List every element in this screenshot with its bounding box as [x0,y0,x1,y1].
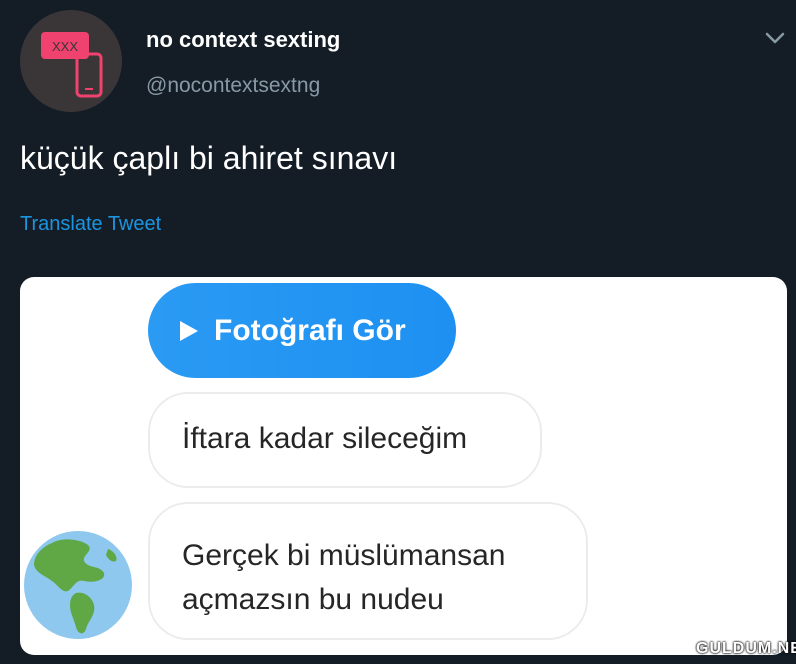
view-photo-label: Fotoğrafı Gör [214,313,406,347]
avatar-logo-text: XXX [52,39,78,54]
phone-xxx-logo-icon: XXX [41,32,103,98]
globe-icon [24,531,132,639]
tweet-text: küçük çaplı bi ahiret sınavı [20,140,398,176]
view-photo-button[interactable]: Fotoğrafı Gör [148,283,456,378]
play-icon [180,320,198,341]
avatar[interactable]: XXX [20,10,122,112]
watermark: GULDUM.NET [696,640,796,657]
translate-tweet-link[interactable]: Translate Tweet [20,213,161,236]
display-name[interactable]: no context sexting [146,27,340,53]
message-bubble: Gerçek bi müslümansan açmazsın bu nudeu [148,502,588,640]
tweet-media-image[interactable]: Fotoğrafı Gör İftara kadar sileceğim Ger… [20,277,787,655]
chevron-down-icon[interactable] [764,30,786,46]
message-bubble: İftara kadar sileceğim [148,392,542,488]
user-handle[interactable]: @nocontextsextng [146,74,320,98]
